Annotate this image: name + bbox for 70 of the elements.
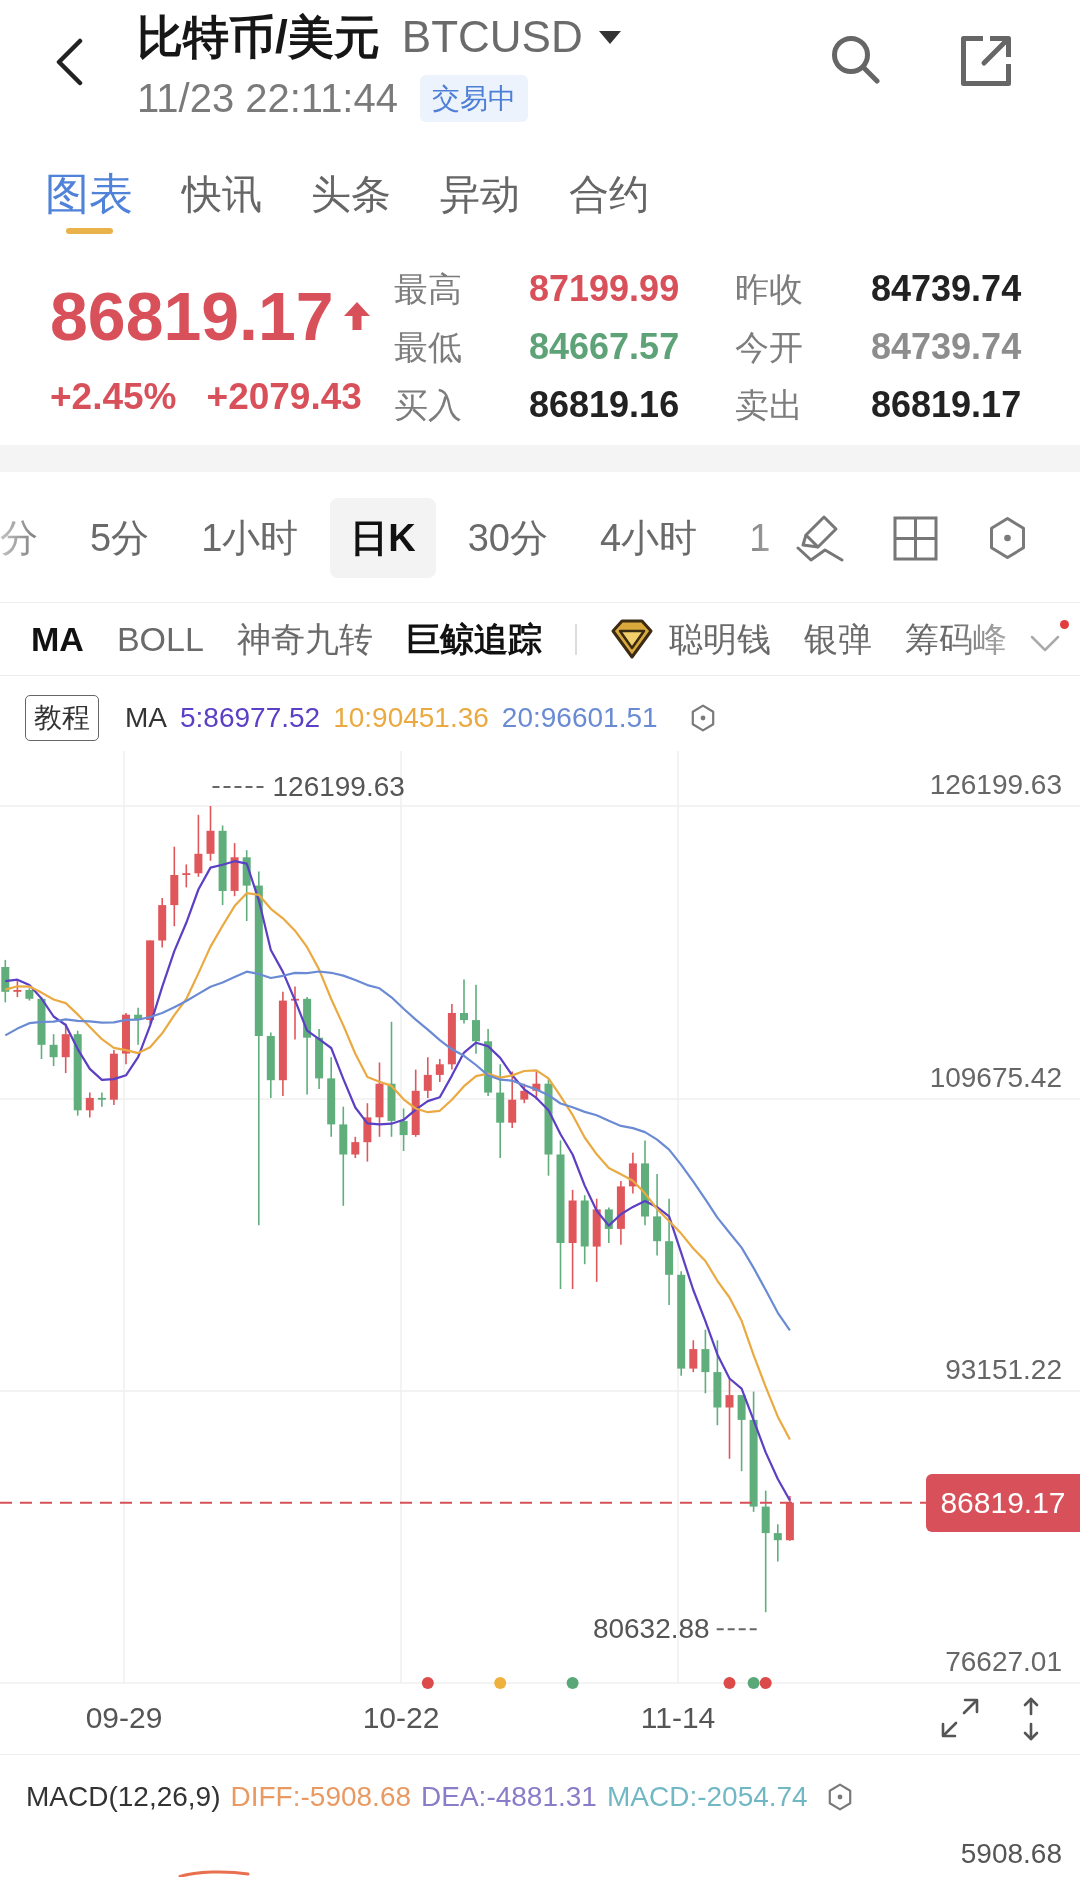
low-price-label: 80632.88 (592, 1614, 710, 1645)
leader-line (715, 1628, 759, 1631)
tab[interactable]: 异动 (440, 172, 520, 234)
stat-label: 卖出 (735, 385, 803, 425)
ma-legend-value: 10:90451.36 (333, 702, 489, 734)
interval-tab[interactable]: 30分 (447, 498, 568, 578)
stat-label: 最高 (394, 269, 462, 309)
share-icon[interactable] (959, 34, 1013, 88)
back-icon[interactable] (54, 38, 84, 86)
ma-legend-value: 20:96601.51 (501, 702, 658, 734)
interval-tab[interactable]: 1小时 (181, 498, 319, 578)
price-axis-label: 93151.22 (945, 1355, 1062, 1385)
stat-value: 87199.99 (529, 268, 680, 310)
interval-tab[interactable]: 5分 (70, 498, 170, 578)
stat-label: 今开 (735, 327, 803, 367)
diamond-icon (609, 617, 654, 661)
tab[interactable]: 图表 (45, 172, 133, 234)
indicator-tab[interactable]: 聪明钱 (668, 617, 771, 661)
stat-value: 84739.74 (871, 326, 1022, 368)
stat-label: 最低 (394, 327, 462, 367)
tab[interactable]: 合约 (569, 172, 649, 234)
pair-title: 比特币/美元 (137, 10, 380, 64)
macd-legend-label: MACD(12,26,9) (26, 1781, 221, 1813)
macd-axis-label: 5908.68 (960, 1838, 1062, 1870)
price-axis-label: 76627.01 (945, 1647, 1062, 1677)
tutorial-button[interactable]: 教程 (25, 695, 99, 741)
interval-tab[interactable]: 日K (330, 498, 436, 578)
caret-icon (598, 30, 621, 44)
price-axis-label: 126199.63 (929, 770, 1062, 800)
drawing-tool-icon[interactable] (795, 514, 845, 562)
indicator-tab[interactable]: 巨鲸追踪 (405, 617, 542, 661)
tab[interactable]: 快讯 (182, 172, 262, 234)
interval-tab[interactable]: 1 (729, 498, 790, 578)
stat-value: 86819.16 (529, 384, 680, 426)
macd-legend-value: DIFF:-5908.68 (230, 1781, 412, 1813)
stat-value: 84667.57 (529, 326, 680, 368)
interval-tab[interactable]: 4小时 (580, 498, 718, 578)
indicator-tab[interactable]: BOLL (116, 617, 204, 661)
date-axis-label: 10-22 (362, 1701, 440, 1735)
high-price-label: 126199.63 (272, 772, 405, 802)
last-price: 86819.17 (50, 284, 334, 348)
symbol-dropdown[interactable]: BTCUSD (401, 10, 621, 64)
stat-value: 86819.17 (871, 384, 1022, 426)
change-amount: +2079.43 (206, 375, 362, 419)
ma-legend-value: 5:86977.52 (180, 702, 321, 734)
current-price-tag: 86819.17 (926, 1473, 1080, 1532)
quote-time: 11/23 22:11:44 (137, 75, 398, 122)
chevron-down-icon[interactable] (1030, 634, 1060, 652)
leader-line (211, 786, 266, 788)
grid-icon[interactable] (893, 515, 938, 561)
date-axis-label: 09-29 (85, 1701, 163, 1735)
stat-label: 买入 (394, 385, 462, 425)
macd-curve (178, 1870, 250, 1877)
macd-legend-value: MACD:-2054.74 (606, 1781, 808, 1813)
indicator-tab[interactable]: 银弹 (803, 617, 872, 661)
indicator-tab[interactable]: 神奇九转 (236, 617, 373, 661)
search-icon[interactable] (830, 34, 880, 84)
date-axis-label: 11-14 (640, 1701, 716, 1735)
change-percent: +2.45% (50, 375, 177, 419)
indicator-tab[interactable]: MA (31, 617, 84, 661)
ma-legend-label: MA (125, 702, 167, 734)
macd-legend-value: DEA:-4881.31 (421, 1781, 597, 1813)
price-axis-label: 109675.42 (929, 1063, 1062, 1093)
trading-status-label: 交易中 (420, 74, 528, 122)
tab[interactable]: 头条 (311, 172, 391, 234)
expand-icon[interactable] (940, 1697, 980, 1739)
up-down-arrows-icon[interactable] (1022, 1696, 1040, 1742)
stat-label: 昨收 (735, 269, 803, 309)
stat-value: 84739.74 (871, 268, 1022, 310)
indicator-tab[interactable]: 筹码峰 (904, 617, 1007, 661)
